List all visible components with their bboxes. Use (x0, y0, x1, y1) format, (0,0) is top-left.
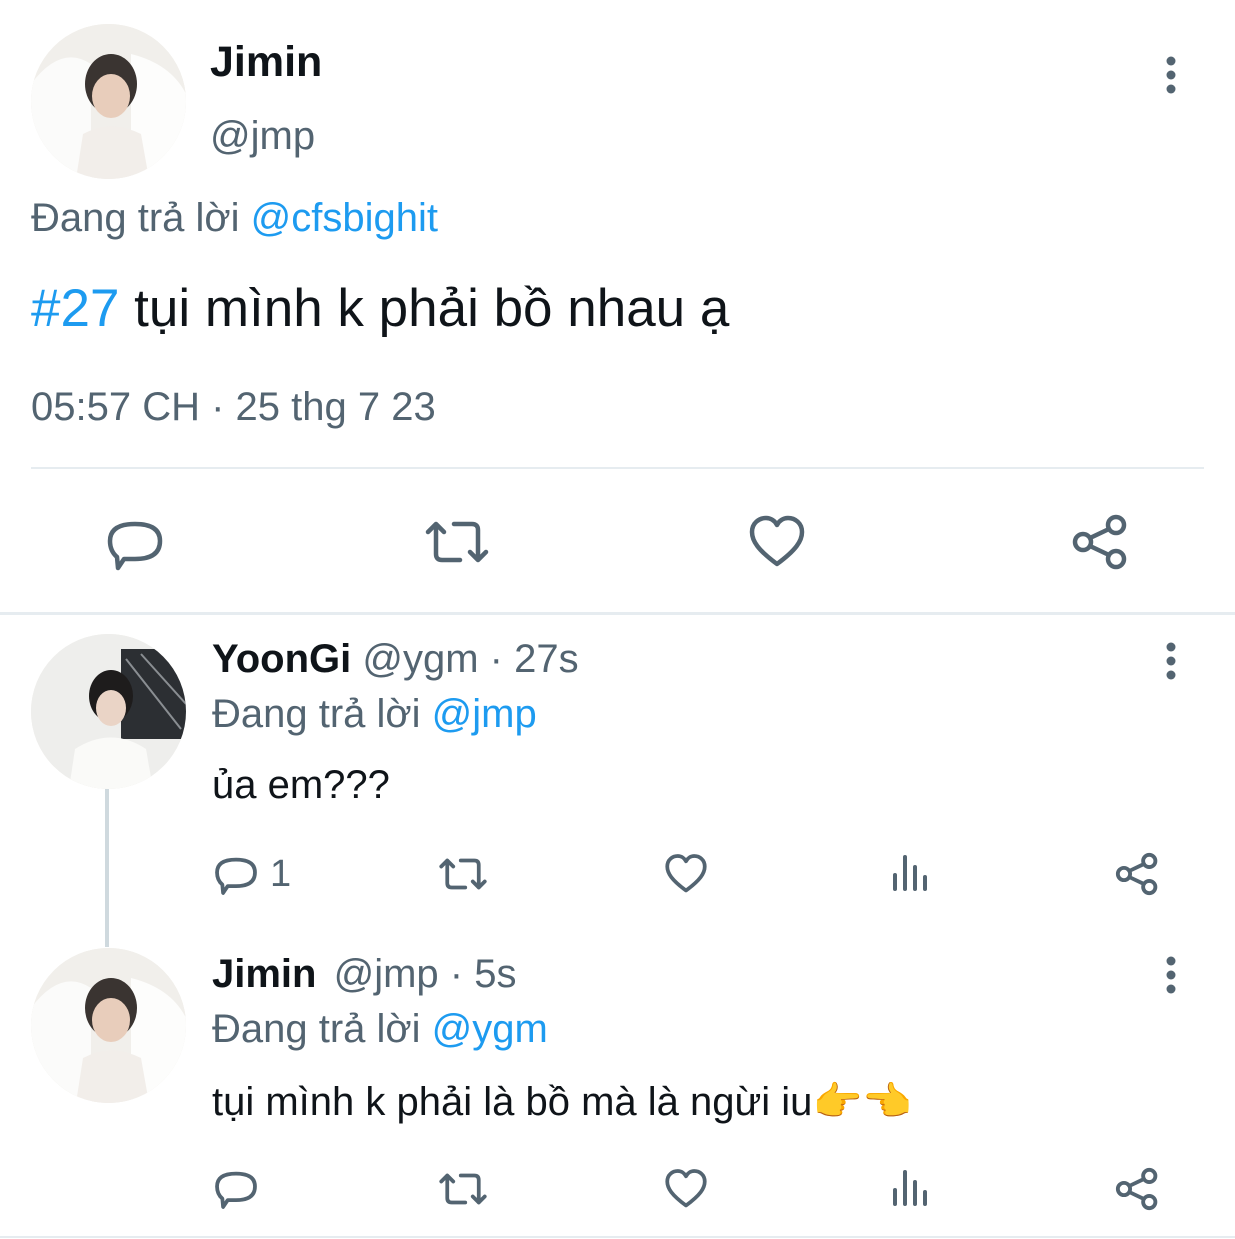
replying-to-line: Đang trả lời @jmp (212, 692, 537, 737)
views-bar-chart-icon[interactable] (891, 853, 931, 893)
reply-prefix: Đang trả lời (212, 692, 421, 736)
divider (31, 467, 1204, 469)
reply-header: Jimin @jmp · 5s (212, 952, 516, 997)
heart-icon[interactable] (748, 514, 806, 570)
more-vertical-icon[interactable] (1158, 55, 1184, 95)
author-name[interactable]: YoonGi (212, 637, 351, 681)
avatar-image (31, 24, 186, 179)
reply-count: 1 (270, 853, 292, 895)
tweet-body: tụi mình k phải là bồ mà là ngừi iu (212, 1080, 813, 1124)
section-divider (0, 612, 1235, 615)
views-bar-chart-icon[interactable] (891, 1168, 931, 1208)
retweet-icon[interactable] (438, 853, 488, 895)
share-icon[interactable] (1114, 1166, 1160, 1212)
hashtag-link[interactable]: #27 (31, 279, 119, 338)
avatar[interactable] (31, 24, 186, 179)
avatar[interactable] (31, 634, 186, 789)
share-icon[interactable] (1070, 512, 1130, 572)
author-name[interactable]: Jimin (212, 952, 316, 996)
bottom-divider (0, 1236, 1235, 1238)
heart-icon[interactable] (664, 853, 708, 895)
author-handle[interactable]: @jmp (334, 952, 439, 996)
reply-to-link[interactable]: @jmp (432, 692, 537, 736)
reply-bubble-icon[interactable] (214, 1166, 258, 1210)
reply-to-link[interactable]: @ygm (432, 1007, 548, 1051)
avatar-image (31, 948, 186, 1103)
retweet-icon[interactable] (424, 514, 490, 570)
post-time[interactable]: · 27s (490, 637, 579, 681)
tweet-text: #27 tụi mình k phải bồ nhau ạ (31, 278, 729, 339)
more-vertical-icon[interactable] (1158, 955, 1184, 995)
timestamp[interactable]: 05:57 CH · 25 thg 7 23 (31, 385, 436, 430)
avatar-image (31, 634, 186, 789)
avatar[interactable] (31, 948, 186, 1103)
reply-prefix: Đang trả lời (31, 196, 240, 240)
tweet-body: ủa em??? (212, 763, 390, 807)
tweet-text: tụi mình k phải là bồ mà là ngừi iu👉👈 (212, 1078, 912, 1125)
more-vertical-icon[interactable] (1158, 641, 1184, 681)
author-handle[interactable]: @jmp (210, 114, 315, 159)
replying-to-line: Đang trả lời @ygm (212, 1007, 548, 1052)
share-icon[interactable] (1114, 851, 1160, 897)
author-handle[interactable]: @ygm (362, 637, 478, 681)
reply-bubble-icon[interactable] (214, 852, 258, 896)
reply-bubble-icon[interactable] (106, 514, 164, 572)
replying-to-line: Đang trả lời @cfsbighit (31, 196, 438, 241)
heart-icon[interactable] (664, 1168, 708, 1210)
reply-to-link[interactable]: @cfsbighit (251, 196, 438, 240)
reply-header: YoonGi @ygm · 27s (212, 637, 579, 682)
reply-prefix: Đang trả lời (212, 1007, 421, 1051)
retweet-icon[interactable] (438, 1168, 488, 1210)
author-name[interactable]: Jimin (210, 38, 322, 87)
post-time[interactable]: · 5s (450, 952, 517, 996)
thread-line (105, 789, 109, 947)
emoji: 👉👈 (812, 1080, 913, 1124)
tweet-body: tụi mình k phải bồ nhau ạ (134, 279, 730, 338)
